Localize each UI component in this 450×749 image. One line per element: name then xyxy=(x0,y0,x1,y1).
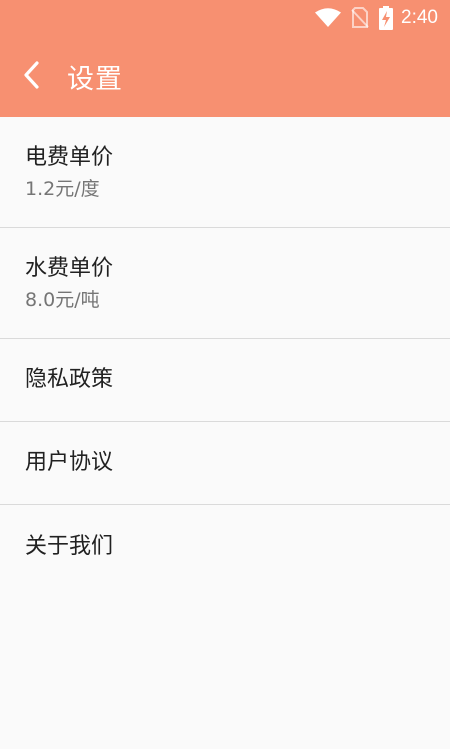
no-sim-icon xyxy=(351,7,369,29)
setting-label: 电费单价 xyxy=(25,144,114,170)
chevron-left-icon xyxy=(22,60,42,94)
status-time: 2:40 xyxy=(401,7,438,28)
setting-item-user-agreement[interactable]: 用户协议 xyxy=(0,422,450,505)
setting-value: 8.0元/吨 xyxy=(25,288,100,311)
setting-item-about-us[interactable]: 关于我们 xyxy=(0,505,450,588)
setting-label: 关于我们 xyxy=(25,533,114,559)
setting-label: 隐私政策 xyxy=(25,367,114,392)
setting-value: 1.2元/度 xyxy=(25,177,100,200)
page-title: 设置 xyxy=(67,64,123,95)
setting-item-electricity-price[interactable]: 电费单价 1.2元/度 xyxy=(0,117,450,228)
back-button[interactable] xyxy=(0,36,64,117)
setting-label: 用户协议 xyxy=(25,450,114,475)
app-bar: 设置 xyxy=(0,36,450,117)
setting-label: 水费单价 xyxy=(25,255,114,281)
battery-charging-icon xyxy=(379,6,394,30)
setting-item-privacy-policy[interactable]: 隐私政策 xyxy=(0,339,450,422)
top-bar: 2:40 设置 xyxy=(0,0,450,117)
settings-list: 电费单价 1.2元/度 水费单价 8.0元/吨 隐私政策 用户协议 关于我们 xyxy=(0,117,450,588)
setting-item-water-price[interactable]: 水费单价 8.0元/吨 xyxy=(0,228,450,339)
wifi-icon xyxy=(315,8,342,28)
status-bar: 2:40 xyxy=(0,0,450,36)
